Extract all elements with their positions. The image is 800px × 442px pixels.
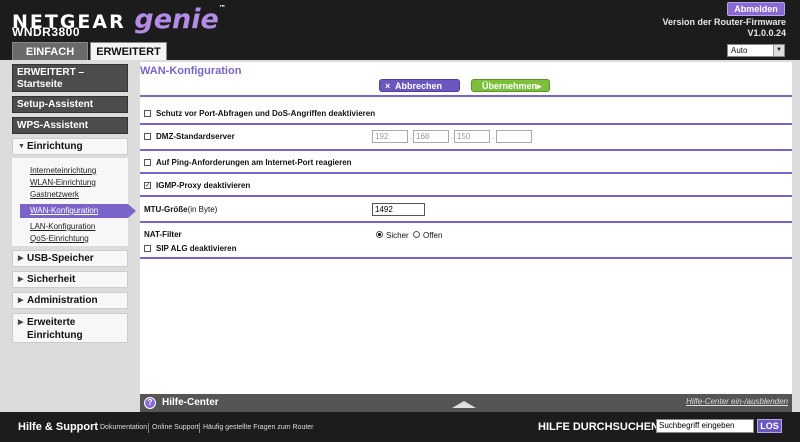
wan-config-form: WAN-Konfiguration × Abbrechen Übernehmen…: [140, 62, 792, 394]
dos-protection-label: Schutz vor Port-Abfragen und DoS-Angriff…: [156, 109, 376, 118]
page-title: WAN-Konfiguration: [140, 65, 242, 77]
cancel-label: Abbrechen: [395, 81, 443, 91]
sidebar-item-wps-wizard[interactable]: WPS-Assistent: [12, 117, 128, 134]
header: NETGEAR genie™ WNDR3800 Abmelden Version…: [0, 0, 800, 60]
apply-label: Übernehmen▸: [482, 81, 542, 91]
help-icon[interactable]: ?: [144, 397, 156, 409]
divider: [140, 95, 792, 97]
chevron-right-icon: ▶: [18, 276, 24, 283]
ip-dot: .: [451, 132, 454, 141]
mtu-label-text: MTU-Größe: [144, 205, 188, 214]
help-center-toggle-link[interactable]: Hilfe-Center ein-/ausblenden: [686, 397, 788, 406]
apply-button[interactable]: Übernehmen▸: [471, 79, 550, 92]
nat-open-radio[interactable]: [413, 231, 420, 238]
language-select[interactable]: Auto ▼: [727, 44, 785, 57]
ip-dot: .: [410, 132, 413, 141]
divider: [148, 423, 149, 433]
router-model: WNDR3800: [12, 25, 81, 39]
chevron-right-icon: ▶: [18, 319, 24, 326]
footer-link-online-support[interactable]: Online Support: [152, 424, 199, 431]
sidebar-item-setup[interactable]: ▼ Einrichtung: [12, 138, 128, 155]
sidebar-item-label: Sicherheit: [27, 274, 76, 285]
submenu-qos-setup[interactable]: QoS-Einrichtung: [30, 234, 89, 243]
sidebar-item-administration[interactable]: ▶ Administration: [12, 292, 128, 309]
footer: Hilfe & Support Dokumentation Online Sup…: [0, 412, 800, 442]
mtu-label: MTU-Größe(in Byte): [144, 205, 217, 214]
sip-alg-checkbox[interactable]: [144, 245, 151, 252]
footer-link-router-faq[interactable]: Häufig gestellte Fragen zum Router: [203, 424, 314, 431]
ip-dot: .: [492, 132, 495, 141]
dmz-ip-octet-3[interactable]: 150: [454, 130, 490, 143]
sidebar-item-label: Administration: [27, 295, 98, 306]
tab-basic[interactable]: EINFACH: [12, 42, 88, 60]
mtu-size-input[interactable]: 1492: [372, 203, 425, 216]
divider: [140, 221, 792, 223]
divider: [140, 123, 792, 125]
sidebar-item-advanced-setup[interactable]: ▶ Erweiterte Einrichtung: [12, 313, 128, 343]
sidebar-item-label: Einrichtung: [27, 141, 83, 152]
help-center-bar: ? Hilfe-Center Hilfe-Center ein-/ausblen…: [140, 394, 792, 412]
dos-protection-checkbox[interactable]: [144, 110, 151, 117]
firmware-version: V1.0.0.24: [747, 28, 786, 38]
help-center-title: Hilfe-Center: [162, 397, 219, 408]
chevron-right-icon: ▶: [18, 255, 24, 262]
help-search-title: HILFE DURCHSUCHEN: [538, 421, 659, 433]
sidebar-item-advanced-home[interactable]: ERWEITERT – Startseite: [12, 64, 128, 92]
cancel-button[interactable]: × Abbrechen: [379, 79, 460, 92]
dmz-ip-octet-4[interactable]: [496, 130, 532, 143]
divider: [140, 195, 792, 197]
help-search-input[interactable]: Suchbegriff eingeben: [656, 419, 754, 433]
divider: [199, 423, 200, 433]
ping-response-checkbox[interactable]: [144, 159, 151, 166]
nat-filter-label: NAT-Filter: [144, 230, 182, 239]
firmware-label: Version der Router-Firmware: [662, 17, 786, 27]
nat-open-label: Offen: [423, 231, 443, 240]
nat-secure-label: Sicher: [386, 231, 409, 240]
help-search-button[interactable]: LOS: [757, 419, 782, 433]
chevron-down-icon: ▼: [773, 45, 784, 56]
sidebar-item-security[interactable]: ▶ Sicherheit: [12, 271, 128, 288]
sidebar-item-setup-wizard[interactable]: Setup-Assistent: [12, 96, 128, 113]
footer-title: Hilfe & Support: [18, 421, 99, 433]
chevron-down-icon: ▼: [18, 143, 25, 150]
sidebar-item-usb-storage[interactable]: ▶ USB-Speicher: [12, 250, 128, 267]
sip-alg-label: SIP ALG deaktivieren: [156, 244, 237, 253]
sidebar-item-label: Erweiterte: [27, 317, 76, 328]
divider: [140, 172, 792, 174]
ping-response-label: Auf Ping-Anforderungen am Internet-Port …: [156, 158, 352, 167]
submenu-wan-config[interactable]: WAN-Konfiguration: [20, 204, 128, 218]
chevron-right-icon: ▶: [18, 297, 24, 304]
submenu-label: WAN-Konfiguration: [30, 206, 99, 215]
submenu-guest-network[interactable]: Gastnetzwerk: [30, 190, 79, 199]
tab-advanced[interactable]: ERWEITERT: [90, 42, 167, 60]
divider: [140, 149, 792, 151]
igmp-proxy-checkbox[interactable]: ✓: [144, 182, 151, 189]
submenu-wlan-setup[interactable]: WLAN-Einrichtung: [30, 178, 96, 187]
language-value: Auto: [731, 46, 748, 55]
divider: [140, 257, 792, 259]
submenu-lan-config[interactable]: LAN-Konfiguration: [30, 222, 95, 231]
dmz-server-checkbox[interactable]: [144, 133, 151, 140]
nat-secure-radio[interactable]: [376, 231, 383, 238]
igmp-proxy-label: IGMP-Proxy deaktivieren: [156, 181, 251, 190]
chevron-up-icon[interactable]: [452, 401, 476, 408]
logout-button[interactable]: Abmelden: [727, 2, 785, 16]
submenu-internet-setup[interactable]: Interneteinrichtung: [30, 166, 96, 175]
sidebar-item-label: Einrichtung: [27, 330, 83, 341]
dmz-ip-octet-1[interactable]: 192: [372, 130, 408, 143]
dmz-server-label: DMZ-Standardserver: [156, 132, 235, 141]
active-pointer-icon: [128, 204, 136, 218]
dmz-ip-octet-2[interactable]: 168: [413, 130, 449, 143]
mtu-unit: (in Byte): [187, 205, 218, 214]
close-icon: ×: [385, 81, 391, 91]
footer-link-documentation[interactable]: Dokumentation: [100, 424, 147, 431]
sidebar-item-label: USB-Speicher: [27, 253, 94, 264]
